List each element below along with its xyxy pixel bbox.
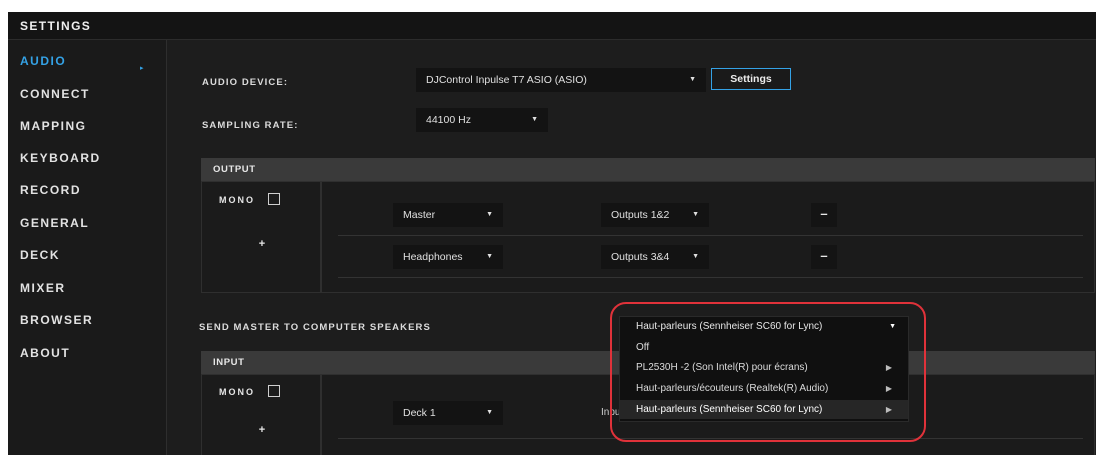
output-channel-value: Master <box>403 209 436 221</box>
chevron-down-icon: ▼ <box>486 409 493 416</box>
dropdown-option-selected[interactable]: Haut-parleurs (Sennheiser SC60 for Lync)… <box>620 400 908 419</box>
audio-device-label: AUDIO DEVICE: <box>202 77 289 88</box>
sampling-rate-select[interactable]: 44100 Hz ▼ <box>416 108 548 132</box>
sampling-rate-label: SAMPLING RATE: <box>202 120 299 131</box>
remove-output-button[interactable]: – <box>811 203 837 227</box>
dropdown-option-label: Haut-parleurs/écouteurs (Realtek(R) Audi… <box>636 383 829 394</box>
input-add-button[interactable]: + <box>253 421 271 439</box>
dropdown-option[interactable]: PL2530H -2 (Son Intel(R) pour écrans) ▶ <box>620 358 908 377</box>
output-channel-select[interactable]: Master ▼ <box>393 203 503 227</box>
input-mono-label: MONO <box>219 387 255 397</box>
chevron-down-icon: ▼ <box>486 253 493 260</box>
output-section-header: OUTPUT <box>201 158 1095 181</box>
output-port-select[interactable]: Outputs 1&2 ▼ <box>601 203 709 227</box>
remove-output-button[interactable]: – <box>811 245 837 269</box>
output-mono-checkbox[interactable] <box>268 193 280 205</box>
output-channel-value: Headphones <box>403 251 463 263</box>
submenu-arrow-icon: ▶ <box>885 405 892 414</box>
dropdown-option[interactable]: Haut-parleurs/écouteurs (Realtek(R) Audi… <box>620 379 908 398</box>
input-mono-checkbox[interactable] <box>268 385 280 397</box>
sidebar-item-browser[interactable]: BROWSER <box>20 313 93 327</box>
output-port-value: Outputs 1&2 <box>611 209 670 221</box>
output-port-select[interactable]: Outputs 3&4 ▼ <box>601 245 709 269</box>
dropdown-option-label: PL2530H -2 (Son Intel(R) pour écrans) <box>636 362 808 373</box>
output-mono-label: MONO <box>219 195 255 205</box>
chevron-down-icon: ▼ <box>889 323 896 330</box>
input-channel-value: Deck 1 <box>403 407 436 419</box>
sampling-rate-value: 44100 Hz <box>426 114 471 126</box>
chevron-down-icon: ▼ <box>486 211 493 218</box>
computer-speakers-dropdown[interactable]: Haut-parleurs (Sennheiser SC60 for Lync)… <box>619 316 909 422</box>
row-divider <box>338 277 1083 278</box>
chevron-down-icon: ▼ <box>689 76 696 83</box>
audio-settings-button[interactable]: Settings <box>711 68 791 90</box>
window-title: SETTINGS <box>20 19 92 33</box>
row-divider <box>338 438 1083 439</box>
submenu-arrow-icon: ▶ <box>885 384 892 393</box>
computer-speakers-value: Haut-parleurs (Sennheiser SC60 for Lync) <box>636 321 823 332</box>
sidebar-item-keyboard[interactable]: KEYBOARD <box>20 151 101 165</box>
chevron-down-icon: ▼ <box>692 211 699 218</box>
computer-speakers-select[interactable]: Haut-parleurs (Sennheiser SC60 for Lync)… <box>620 317 908 337</box>
active-arrow-icon: ▸ <box>140 65 144 72</box>
sidebar-item-general[interactable]: GENERAL <box>20 216 89 230</box>
chevron-down-icon: ▼ <box>692 253 699 260</box>
input-mono-panel: MONO + <box>201 374 321 455</box>
sidebar-item-about[interactable]: ABOUT <box>20 346 70 360</box>
row-divider <box>338 235 1083 236</box>
send-master-label: SEND MASTER TO COMPUTER SPEAKERS <box>199 322 431 333</box>
sidebar-item-mapping[interactable]: MAPPING <box>20 119 87 133</box>
input-port-partial: Inpu <box>601 407 621 418</box>
submenu-arrow-icon: ▶ <box>885 363 892 372</box>
audio-device-value: DJControl Inpulse T7 ASIO (ASIO) <box>426 74 587 86</box>
output-mono-panel: MONO + <box>201 181 321 293</box>
title-bar: SETTINGS <box>8 12 1096 40</box>
dropdown-option-off[interactable]: Off <box>620 338 908 357</box>
output-port-value: Outputs 3&4 <box>611 251 670 263</box>
audio-device-select[interactable]: DJControl Inpulse T7 ASIO (ASIO) ▼ <box>416 68 706 92</box>
chevron-down-icon: ▼ <box>531 116 538 123</box>
input-channel-select[interactable]: Deck 1 ▼ <box>393 401 503 425</box>
output-channel-select[interactable]: Headphones ▼ <box>393 245 503 269</box>
sidebar-item-connect[interactable]: CONNECT <box>20 87 90 101</box>
output-add-button[interactable]: + <box>253 235 271 253</box>
dropdown-option-label: Haut-parleurs (Sennheiser SC60 for Lync) <box>636 404 823 415</box>
sidebar-item-audio[interactable]: AUDIO <box>20 54 66 68</box>
output-channels-panel: Master ▼ Outputs 1&2 ▼ – Headphones ▼ Ou… <box>321 181 1095 293</box>
dropdown-option-label: Off <box>636 342 650 353</box>
sidebar-item-mixer[interactable]: MIXER <box>20 281 66 295</box>
sidebar-item-deck[interactable]: DECK <box>20 248 60 262</box>
sidebar-item-record[interactable]: RECORD <box>20 183 81 197</box>
settings-sidebar: AUDIO ▸ CONNECT MAPPING KEYBOARD RECORD … <box>8 40 167 455</box>
settings-window: SETTINGS AUDIO ▸ CONNECT MAPPING KEYBOAR… <box>8 12 1096 455</box>
